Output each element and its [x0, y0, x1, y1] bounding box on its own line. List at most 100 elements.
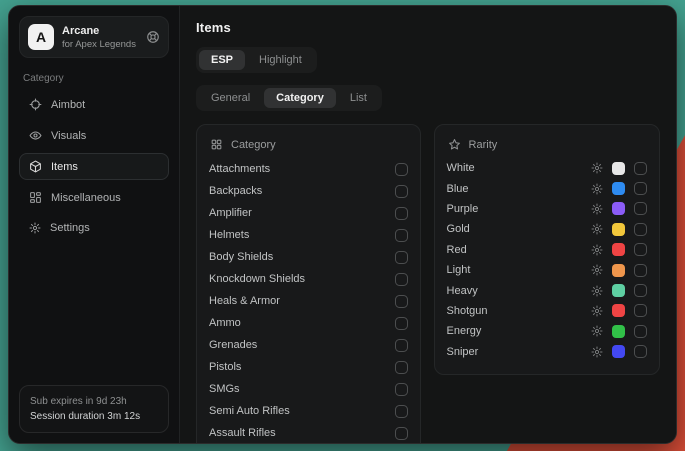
rarity-label: Gold [447, 223, 591, 235]
gear-icon[interactable] [591, 325, 603, 337]
subscription-expiry: Sub expires in 9d 23h [30, 394, 158, 409]
rarity-color-swatch[interactable] [612, 243, 625, 256]
rarity-color-swatch[interactable] [612, 264, 625, 277]
rarity-checkbox[interactable] [634, 345, 647, 358]
category-row: Heals & Armor [209, 290, 408, 312]
mode-toggle-option[interactable]: ESP [199, 50, 245, 70]
category-row: Knockdown Shields [209, 268, 408, 290]
rarity-row: Sniper [447, 342, 647, 362]
rarity-list: White Blue Purple [447, 158, 647, 362]
category-checkbox[interactable] [395, 361, 408, 374]
category-row: Semi Auto Rifles [209, 400, 408, 422]
rarity-color-swatch[interactable] [612, 202, 625, 215]
gear-icon[interactable] [591, 285, 603, 297]
sidebar-nav: Aimbot Visuals Items Miscellaneous Setti… [19, 91, 169, 241]
grid-icon [210, 138, 223, 151]
sidebar-item-icon [29, 160, 42, 173]
gear-icon[interactable] [591, 162, 603, 174]
sidebar-item[interactable]: Items [19, 153, 169, 180]
category-row: Helmets [209, 224, 408, 246]
lifebuoy-icon[interactable] [146, 30, 160, 44]
sidebar-item[interactable]: Miscellaneous [19, 184, 169, 211]
rarity-row: Red [447, 240, 647, 260]
category-row: Attachments [209, 158, 408, 180]
sidebar-spacer [19, 241, 169, 385]
category-label: Semi Auto Rifles [209, 405, 395, 417]
rarity-color-swatch[interactable] [612, 223, 625, 236]
gear-icon[interactable] [591, 264, 603, 276]
category-checkbox[interactable] [395, 251, 408, 264]
main-content: Items ESP Highlight General Category Lis… [180, 6, 676, 443]
sidebar-item-icon [29, 129, 42, 142]
rarity-checkbox[interactable] [634, 182, 647, 195]
rarity-color-swatch[interactable] [612, 162, 625, 175]
rarity-checkbox[interactable] [634, 162, 647, 175]
category-checkbox[interactable] [395, 185, 408, 198]
sidebar-item-icon [29, 191, 42, 204]
sidebar-item[interactable]: Settings [19, 215, 169, 241]
category-checkbox[interactable] [395, 383, 408, 396]
session-duration: Session duration 3m 12s [30, 409, 158, 424]
rarity-checkbox[interactable] [634, 264, 647, 277]
category-checkbox[interactable] [395, 273, 408, 286]
sidebar-item[interactable]: Visuals [19, 122, 169, 149]
category-checkbox[interactable] [395, 207, 408, 220]
mode-toggle: ESP Highlight [196, 47, 317, 73]
rarity-checkbox[interactable] [634, 243, 647, 256]
sidebar: A Arcane for Apex Legends Category Aimbo… [9, 6, 180, 443]
category-checkbox[interactable] [395, 427, 408, 440]
page-title: Items [196, 20, 660, 35]
sidebar-section-label: Category [23, 73, 165, 84]
category-row: Backpacks [209, 180, 408, 202]
app-name: Arcane [62, 25, 138, 37]
rarity-label: Blue [447, 183, 591, 195]
category-checkbox[interactable] [395, 339, 408, 352]
category-checkbox[interactable] [395, 163, 408, 176]
mode-toggle-option[interactable]: Highlight [247, 50, 314, 70]
panels: Category Attachments Backpacks Amplifier [196, 124, 660, 443]
sidebar-item-label: Aimbot [51, 99, 85, 111]
gear-icon[interactable] [591, 244, 603, 256]
category-checkbox[interactable] [395, 405, 408, 418]
rarity-color-swatch[interactable] [612, 325, 625, 338]
rarity-checkbox[interactable] [634, 284, 647, 297]
gear-icon[interactable] [591, 223, 603, 235]
rarity-checkbox[interactable] [634, 202, 647, 215]
category-checkbox[interactable] [395, 295, 408, 308]
rarity-color-swatch[interactable] [612, 284, 625, 297]
rarity-checkbox[interactable] [634, 325, 647, 338]
app-titles: Arcane for Apex Legends [62, 25, 138, 50]
sidebar-item[interactable]: Aimbot [19, 91, 169, 118]
category-list: Attachments Backpacks Amplifier Helmets [209, 158, 408, 443]
category-checkbox[interactable] [395, 229, 408, 242]
sidebar-item-label: Settings [50, 222, 90, 234]
category-label: Grenades [209, 339, 395, 351]
tab[interactable]: List [338, 88, 379, 108]
rarity-color-swatch[interactable] [612, 345, 625, 358]
category-label: Assault Rifles [209, 427, 395, 439]
app-header-card: A Arcane for Apex Legends [19, 16, 169, 58]
category-checkbox[interactable] [395, 317, 408, 330]
category-row: Assault Rifles [209, 422, 408, 443]
rarity-color-swatch[interactable] [612, 304, 625, 317]
sidebar-item-label: Visuals [51, 130, 86, 142]
rarity-checkbox[interactable] [634, 304, 647, 317]
gear-icon[interactable] [591, 305, 603, 317]
category-label: Ammo [209, 317, 395, 329]
tab[interactable]: General [199, 88, 262, 108]
tab-bar: General Category List [196, 85, 382, 111]
sidebar-item-icon [29, 222, 41, 234]
gear-icon[interactable] [591, 183, 603, 195]
rarity-color-swatch[interactable] [612, 182, 625, 195]
tab[interactable]: Category [264, 88, 336, 108]
rarity-checkbox[interactable] [634, 223, 647, 236]
category-row: Ammo [209, 312, 408, 334]
category-label: Attachments [209, 163, 395, 175]
category-row: Body Shields [209, 246, 408, 268]
gear-icon[interactable] [591, 346, 603, 358]
category-label: SMGs [209, 383, 395, 395]
mode-toggle-label: Highlight [259, 54, 302, 66]
gear-icon[interactable] [591, 203, 603, 215]
category-label: Helmets [209, 229, 395, 241]
rarity-row: Purple [447, 199, 647, 219]
